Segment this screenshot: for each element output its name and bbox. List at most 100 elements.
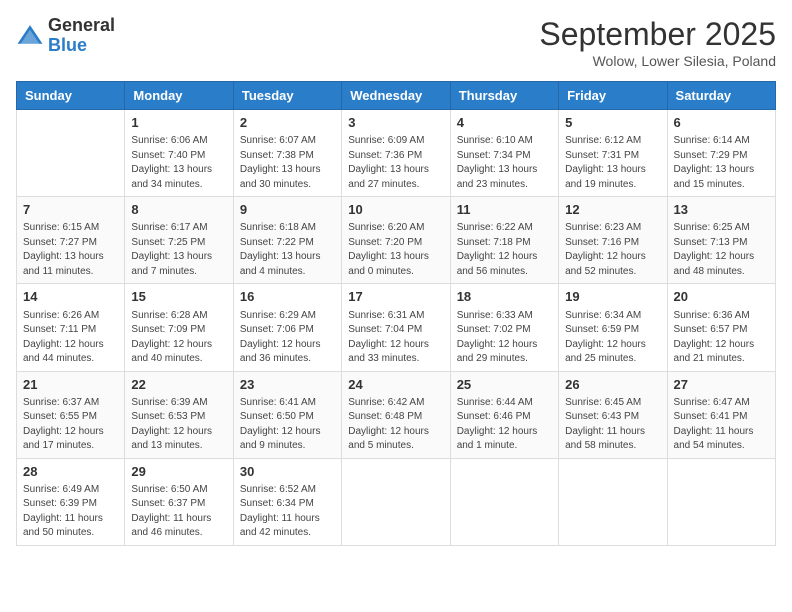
day-number: 9	[240, 201, 335, 219]
day-number: 25	[457, 376, 552, 394]
day-info: Sunrise: 6:15 AM Sunset: 7:27 PM Dayligh…	[23, 221, 118, 279]
calendar-cell: 26 Sunrise: 6:45 AM Sunset: 6:43 PM Dayli…	[559, 371, 667, 458]
day-number: 8	[131, 201, 226, 219]
day-info: Sunrise: 6:37 AM Sunset: 6:55 PM Dayligh…	[23, 396, 118, 454]
calendar-cell: 8 Sunrise: 6:17 AM Sunset: 7:25 PM Daylig…	[125, 197, 233, 284]
calendar-cell: 19Sunrise: 6:34 AM Sunset: 6:59 PM Dayli…	[559, 284, 667, 371]
calendar-cell: 6 Sunrise: 6:14 AM Sunset: 7:29 PM Daylig…	[667, 110, 775, 197]
calendar-cell: 10Sunrise: 6:20 AM Sunset: 7:20 PM Dayli…	[342, 197, 450, 284]
day-info: Sunrise: 6:36 AM Sunset: 6:57 PM Dayligh…	[674, 309, 769, 367]
day-number: 6	[674, 114, 769, 132]
day-number: 23	[240, 376, 335, 394]
calendar-cell: 20 Sunrise: 6:36 AM Sunset: 6:57 PM Dayli…	[667, 284, 775, 371]
calendar-week-row: 1 Sunrise: 6:06 AM Sunset: 7:40 PM Daylig…	[17, 110, 776, 197]
calendar-cell: 4 Sunrise: 6:10 AM Sunset: 7:34 PM Daylig…	[450, 110, 558, 197]
calendar-cell: 2 Sunrise: 6:07 AM Sunset: 7:38 PM Daylig…	[233, 110, 341, 197]
calendar-cell: 24Sunrise: 6:42 AM Sunset: 6:48 PM Dayli…	[342, 371, 450, 458]
day-info: Sunrise: 6:42 AM Sunset: 6:48 PM Dayligh…	[348, 396, 443, 454]
calendar-cell: 5 Sunrise: 6:12 AM Sunset: 7:31 PM Daylig…	[559, 110, 667, 197]
logo-blue: Blue	[48, 36, 115, 56]
calendar-week-row: 28 Sunrise: 6:49 AM Sunset: 6:39 PM Dayli…	[17, 458, 776, 545]
title-block: September 2025 Wolow, Lower Silesia, Pol…	[539, 16, 776, 69]
calendar-header-row: SundayMondayTuesdayWednesdayThursdayFrid…	[17, 82, 776, 110]
day-info: Sunrise: 6:09 AM Sunset: 7:36 PM Dayligh…	[348, 134, 443, 192]
header-thursday: Thursday	[450, 82, 558, 110]
day-number: 7	[23, 201, 118, 219]
calendar-cell: 23 Sunrise: 6:41 AM Sunset: 6:50 PM Dayli…	[233, 371, 341, 458]
day-number: 22	[131, 376, 226, 394]
day-info: Sunrise: 6:34 AM Sunset: 6:59 PM Dayligh…	[565, 309, 660, 367]
calendar-cell: 7 Sunrise: 6:15 AM Sunset: 7:27 PM Daylig…	[17, 197, 125, 284]
calendar-cell: 16Sunrise: 6:29 AM Sunset: 7:06 PM Dayli…	[233, 284, 341, 371]
day-number: 14	[23, 288, 118, 306]
day-number: 12	[565, 201, 660, 219]
calendar-cell: 14 Sunrise: 6:26 AM Sunset: 7:11 PM Dayli…	[17, 284, 125, 371]
day-number: 11	[457, 201, 552, 219]
header-saturday: Saturday	[667, 82, 775, 110]
header-wednesday: Wednesday	[342, 82, 450, 110]
day-number: 27	[674, 376, 769, 394]
calendar-cell: 9 Sunrise: 6:18 AM Sunset: 7:22 PM Daylig…	[233, 197, 341, 284]
day-info: Sunrise: 6:07 AM Sunset: 7:38 PM Dayligh…	[240, 134, 335, 192]
day-number: 20	[674, 288, 769, 306]
day-info: Sunrise: 6:25 AM Sunset: 7:13 PM Dayligh…	[674, 221, 769, 279]
day-info: Sunrise: 6:28 AM Sunset: 7:09 PM Dayligh…	[131, 309, 226, 367]
day-info: Sunrise: 6:17 AM Sunset: 7:25 PM Dayligh…	[131, 221, 226, 279]
day-info: Sunrise: 6:31 AM Sunset: 7:04 PM Dayligh…	[348, 309, 443, 367]
day-info: Sunrise: 6:41 AM Sunset: 6:50 PM Dayligh…	[240, 396, 335, 454]
day-info: Sunrise: 6:52 AM Sunset: 6:34 PM Dayligh…	[240, 483, 335, 541]
calendar-week-row: 7 Sunrise: 6:15 AM Sunset: 7:27 PM Daylig…	[17, 197, 776, 284]
calendar-cell: 15 Sunrise: 6:28 AM Sunset: 7:09 PM Dayli…	[125, 284, 233, 371]
month-title: September 2025	[539, 16, 776, 53]
calendar-cell: 25Sunrise: 6:44 AM Sunset: 6:46 PM Dayli…	[450, 371, 558, 458]
day-info: Sunrise: 6:49 AM Sunset: 6:39 PM Dayligh…	[23, 483, 118, 541]
day-number: 5	[565, 114, 660, 132]
page-header: General Blue September 2025 Wolow, Lower…	[16, 16, 776, 69]
location-subtitle: Wolow, Lower Silesia, Poland	[539, 53, 776, 69]
day-info: Sunrise: 6:47 AM Sunset: 6:41 PM Dayligh…	[674, 396, 769, 454]
calendar-cell	[559, 458, 667, 545]
calendar-cell: 27 Sunrise: 6:47 AM Sunset: 6:41 PM Dayli…	[667, 371, 775, 458]
day-number: 16	[240, 288, 335, 306]
day-number: 26	[565, 376, 660, 394]
logo: General Blue	[16, 16, 115, 56]
day-number: 21	[23, 376, 118, 394]
day-number: 17	[348, 288, 443, 306]
day-number: 2	[240, 114, 335, 132]
calendar-cell: 29Sunrise: 6:50 AM Sunset: 6:37 PM Dayli…	[125, 458, 233, 545]
day-number: 28	[23, 463, 118, 481]
day-info: Sunrise: 6:14 AM Sunset: 7:29 PM Dayligh…	[674, 134, 769, 192]
day-info: Sunrise: 6:12 AM Sunset: 7:31 PM Dayligh…	[565, 134, 660, 192]
header-monday: Monday	[125, 82, 233, 110]
calendar-week-row: 21 Sunrise: 6:37 AM Sunset: 6:55 PM Dayli…	[17, 371, 776, 458]
day-number: 13	[674, 201, 769, 219]
calendar-table: SundayMondayTuesdayWednesdayThursdayFrid…	[16, 81, 776, 546]
day-number: 1	[131, 114, 226, 132]
header-friday: Friday	[559, 82, 667, 110]
calendar-cell	[667, 458, 775, 545]
day-number: 10	[348, 201, 443, 219]
header-sunday: Sunday	[17, 82, 125, 110]
calendar-cell: 11Sunrise: 6:22 AM Sunset: 7:18 PM Dayli…	[450, 197, 558, 284]
day-info: Sunrise: 6:45 AM Sunset: 6:43 PM Dayligh…	[565, 396, 660, 454]
calendar-cell	[450, 458, 558, 545]
day-info: Sunrise: 6:10 AM Sunset: 7:34 PM Dayligh…	[457, 134, 552, 192]
day-number: 15	[131, 288, 226, 306]
day-info: Sunrise: 6:39 AM Sunset: 6:53 PM Dayligh…	[131, 396, 226, 454]
logo-text: General Blue	[48, 16, 115, 56]
day-info: Sunrise: 6:26 AM Sunset: 7:11 PM Dayligh…	[23, 309, 118, 367]
day-number: 29	[131, 463, 226, 481]
day-info: Sunrise: 6:18 AM Sunset: 7:22 PM Dayligh…	[240, 221, 335, 279]
calendar-cell: 18Sunrise: 6:33 AM Sunset: 7:02 PM Dayli…	[450, 284, 558, 371]
calendar-week-row: 14 Sunrise: 6:26 AM Sunset: 7:11 PM Dayli…	[17, 284, 776, 371]
day-number: 4	[457, 114, 552, 132]
calendar-cell: 21 Sunrise: 6:37 AM Sunset: 6:55 PM Dayli…	[17, 371, 125, 458]
calendar-cell	[17, 110, 125, 197]
calendar-cell: 3Sunrise: 6:09 AM Sunset: 7:36 PM Daylig…	[342, 110, 450, 197]
logo-icon	[16, 22, 44, 50]
calendar-cell	[342, 458, 450, 545]
day-number: 30	[240, 463, 335, 481]
day-info: Sunrise: 6:06 AM Sunset: 7:40 PM Dayligh…	[131, 134, 226, 192]
calendar-cell: 13 Sunrise: 6:25 AM Sunset: 7:13 PM Dayli…	[667, 197, 775, 284]
calendar-cell: 12Sunrise: 6:23 AM Sunset: 7:16 PM Dayli…	[559, 197, 667, 284]
